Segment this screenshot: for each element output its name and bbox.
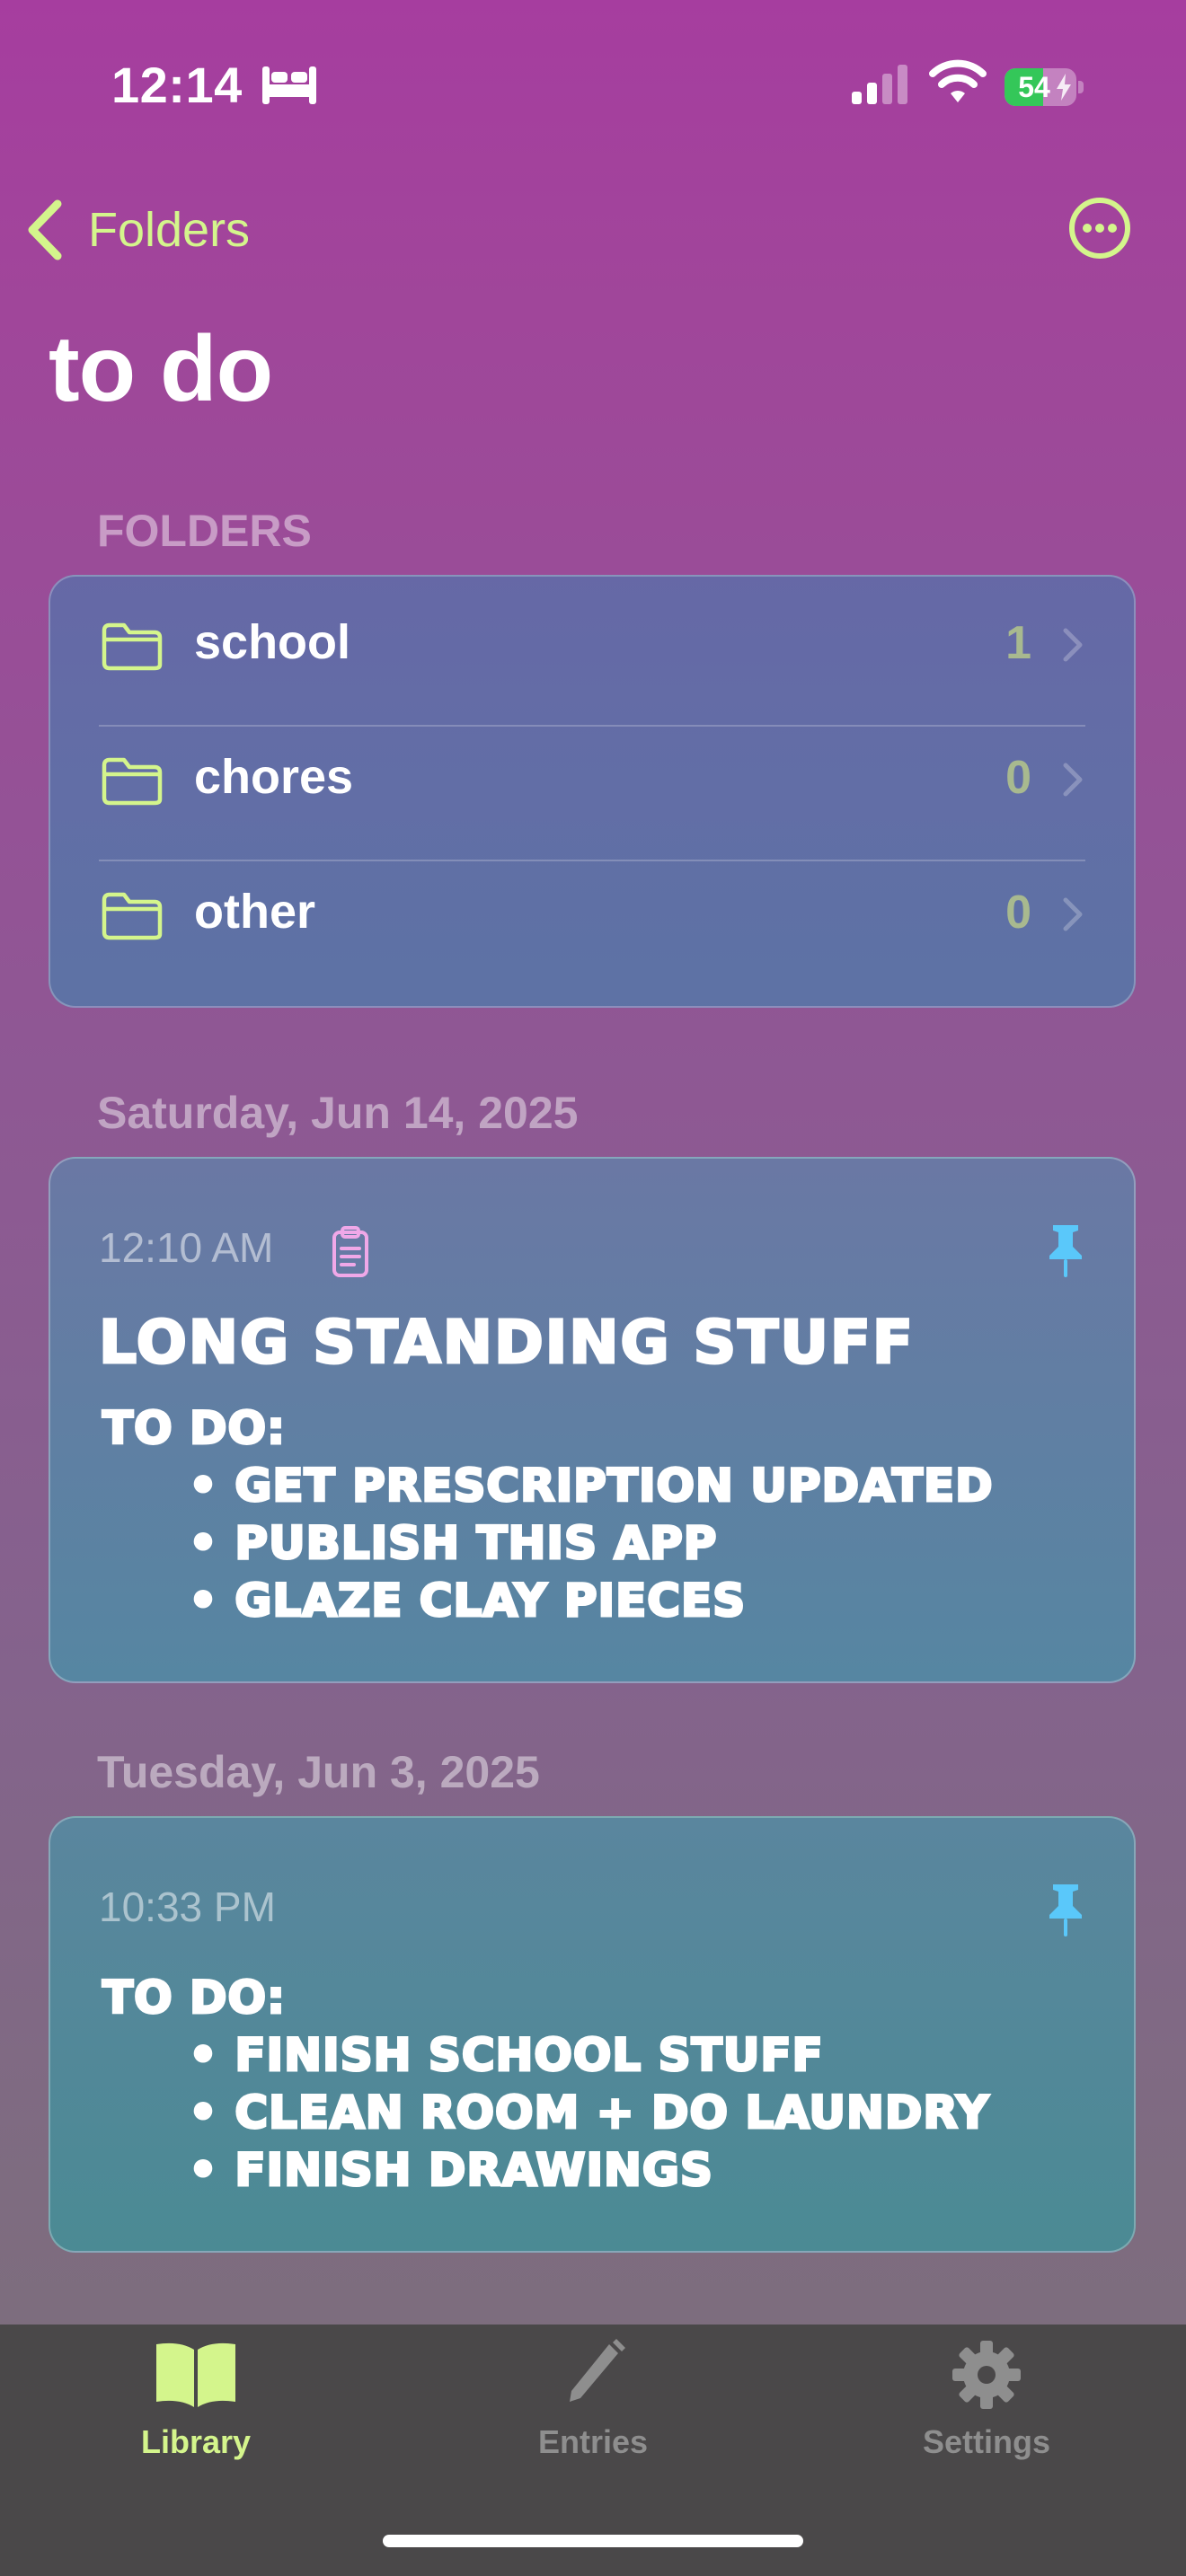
back-button[interactable]: Folders [23, 196, 250, 264]
folder-label: other [194, 885, 315, 939]
folder-count: 0 [1005, 752, 1031, 804]
entry-card[interactable]: 12:10 AM LONG STANDING STUFF TO DO: • GE… [49, 1157, 1136, 1683]
status-time: 12:14 [111, 57, 243, 113]
entry-body-item: • CLEAN ROOM + DO LAUNDRY [187, 2086, 990, 2140]
entry-body-item: • GLAZE CLAY PIECES [188, 1574, 747, 1628]
entry-time: 12:10 AM [99, 1224, 274, 1271]
folder-label: school [194, 615, 351, 669]
folder-row-school[interactable]: school 1 [50, 577, 1134, 710]
gear-icon [952, 2341, 1021, 2409]
wifi-icon [929, 59, 987, 102]
pencil-icon [570, 2339, 625, 2402]
clipboard-icon [332, 1226, 368, 1277]
entry-body: TO DO: • GET PRESCRIPTION UPDATED • PUBL… [102, 1399, 995, 1629]
folders-section-header: FOLDERS [97, 506, 312, 556]
chevron-right-icon [1063, 897, 1083, 931]
pin-icon[interactable] [1046, 1881, 1085, 1938]
tab-entries[interactable]: Entries [458, 2339, 728, 2483]
tab-settings[interactable]: Settings [852, 2339, 1121, 2483]
book-icon [156, 2342, 235, 2407]
ellipsis-circle-icon[interactable] [1067, 196, 1132, 260]
entry-body-item: • FINISH DRAWINGS [187, 2143, 713, 2198]
home-indicator [383, 2535, 803, 2547]
folder-count: 1 [1005, 617, 1031, 669]
tab-label: Entries [537, 2423, 649, 2460]
tab-library[interactable]: Library [61, 2339, 331, 2483]
chevron-right-icon [1063, 763, 1083, 797]
back-label: Folders [88, 203, 251, 257]
entry-body-heading: TO DO: [101, 1971, 287, 2025]
page-title: to do [49, 317, 273, 421]
battery-charging-icon: 54 [1005, 68, 1084, 106]
chevron-right-icon [1063, 628, 1083, 662]
entry-date-header: Tuesday, Jun 3, 2025 [97, 1747, 540, 1797]
entry-body-item: • GET PRESCRIPTION UPDATED [188, 1459, 995, 1513]
folder-icon [102, 622, 163, 671]
folder-icon [102, 892, 163, 940]
entry-date-header: Saturday, Jun 14, 2025 [97, 1088, 579, 1138]
folder-row-other[interactable]: other 0 [50, 846, 1134, 979]
entry-title: LONG STANDING STUFF [98, 1307, 915, 1379]
chevron-left-icon [28, 199, 62, 260]
tab-label: Library [140, 2423, 252, 2460]
folder-icon [102, 757, 163, 806]
folder-count: 0 [1005, 887, 1031, 939]
tab-label: Settings [922, 2423, 1050, 2460]
bed-icon [262, 66, 316, 104]
entry-body-item: • FINISH SCHOOL STUFF [187, 2028, 824, 2083]
folder-row-chores[interactable]: chores 0 [50, 711, 1134, 844]
folder-label: chores [194, 750, 354, 804]
entry-body-item: • PUBLISH THIS APP [188, 1516, 718, 1571]
entry-body: TO DO: • FINISH SCHOOL STUFF • CLEAN ROO… [101, 1969, 990, 2199]
cellular-signal-icon [852, 65, 907, 104]
entry-time: 10:33 PM [99, 1883, 276, 1930]
entry-body-heading: TO DO: [102, 1401, 287, 1456]
entry-card[interactable]: 10:33 PM TO DO: • FINISH SCHOOL STUFF • … [49, 1816, 1136, 2253]
folders-list: school 1 chores 0 other 0 [49, 575, 1136, 1008]
pin-icon[interactable] [1046, 1222, 1085, 1279]
